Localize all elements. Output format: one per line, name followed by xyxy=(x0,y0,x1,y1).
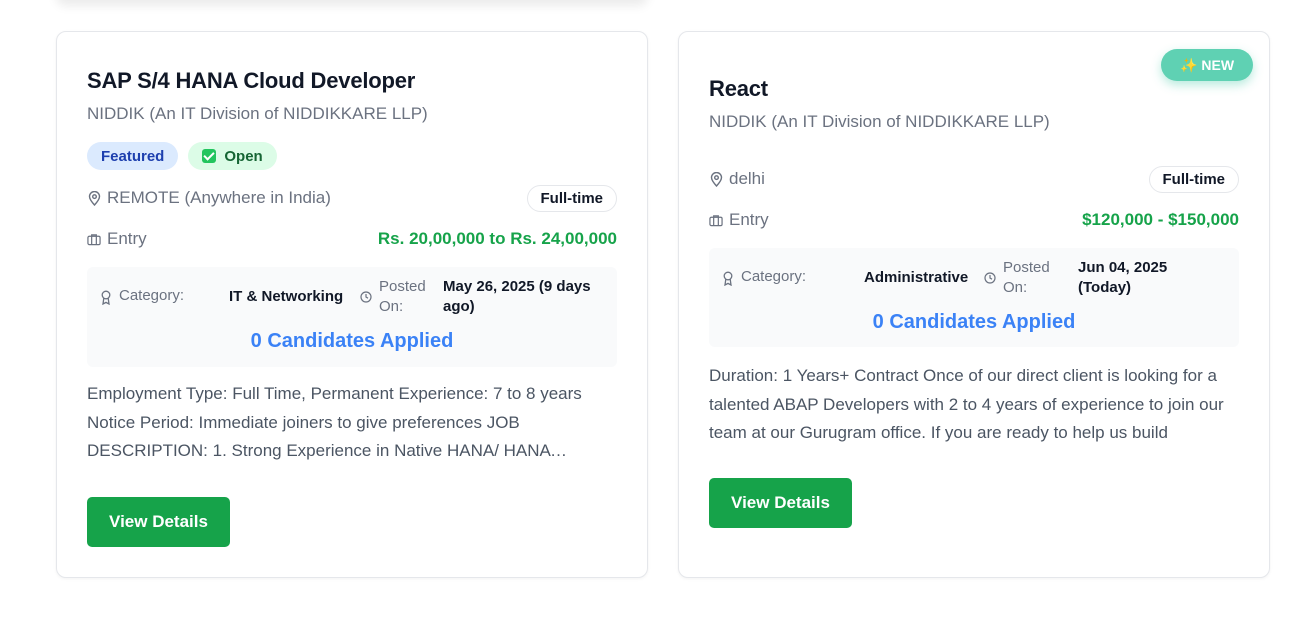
view-details-button[interactable]: View Details xyxy=(87,497,230,547)
job-info-box: Category: IT & Networking Posted On: May… xyxy=(87,267,617,367)
map-pin-icon xyxy=(709,171,723,187)
job-description: Duration: 1 Years+ Contract Once of our … xyxy=(709,366,1224,442)
job-location: REMOTE (Anywhere in India) xyxy=(107,188,331,207)
job-type-pill: Full-time xyxy=(1148,165,1239,193)
job-type-pill: Full-time xyxy=(526,184,617,212)
clock-icon xyxy=(359,290,373,304)
experience-level: Entry xyxy=(107,229,147,248)
category-value: IT & Networking xyxy=(229,288,344,305)
posted-date-line2: ago) xyxy=(443,298,475,315)
location-row: delhi Full-time xyxy=(709,165,1239,193)
level-salary-row: Entry Rs. 20,00,000 to Rs. 24,00,000 xyxy=(87,226,617,252)
level-salary-row: Entry $120,000 - $150,000 xyxy=(709,207,1239,233)
posted-label-line1: Posted xyxy=(379,278,426,295)
category-label: Category: xyxy=(119,287,185,304)
award-icon xyxy=(721,271,735,286)
job-listings-page: SAP S/4 HANA Cloud Developer NIDDIK (An … xyxy=(0,0,1296,626)
featured-badge: Featured xyxy=(87,142,179,170)
posted-label-line2: On: xyxy=(1003,279,1028,296)
award-icon xyxy=(99,290,113,305)
featured-badge-label: Featured xyxy=(101,147,165,165)
view-details-button[interactable]: View Details xyxy=(709,478,852,528)
category-value: Administrative xyxy=(864,269,969,286)
briefcase-icon xyxy=(87,232,101,246)
location-row: REMOTE (Anywhere in India) Full-time xyxy=(87,184,617,212)
job-title[interactable]: SAP S/4 HANA Cloud Developer xyxy=(87,68,617,94)
briefcase-icon xyxy=(709,213,723,227)
job-card: ✨ NEW React NIDDIK (An IT Division of NI… xyxy=(678,31,1270,578)
posted-label-line1: Posted xyxy=(1003,259,1050,276)
posted-date-line2: (Today) xyxy=(1078,279,1132,296)
salary-range: $120,000 - $150,000 xyxy=(1082,210,1239,229)
map-pin-icon xyxy=(87,190,101,206)
candidates-applied: 0 Candidates Applied xyxy=(250,330,454,352)
candidates-applied: 0 Candidates Applied xyxy=(872,311,1076,333)
new-badge-label: NEW xyxy=(1201,57,1235,73)
job-badges: Featured Open xyxy=(87,142,617,170)
open-status-badge: Open xyxy=(188,142,277,170)
company-name: NIDDIK (An IT Division of NIDDIKKARE LLP… xyxy=(87,104,428,123)
job-card: SAP S/4 HANA Cloud Developer NIDDIK (An … xyxy=(56,31,648,578)
job-location: delhi xyxy=(729,169,765,188)
clock-icon xyxy=(983,271,997,285)
job-title[interactable]: React xyxy=(709,76,1239,102)
job-info-box: Category: Administrative Posted On: Jun … xyxy=(709,248,1239,347)
posted-label-line2: On: xyxy=(379,298,404,315)
sparkles-icon: ✨ xyxy=(1179,56,1198,73)
check-square-icon xyxy=(202,149,217,163)
posted-date-line1: Jun 04, 2025 xyxy=(1078,259,1168,276)
open-badge-label: Open xyxy=(224,147,263,165)
posted-date-line1: May 26, 2025 (9 days xyxy=(443,278,591,295)
job-description: Employment Type: Full Time, Permanent Ex… xyxy=(87,384,582,460)
salary-range: Rs. 20,00,000 to Rs. 24,00,000 xyxy=(377,229,617,248)
category-label: Category: xyxy=(741,268,807,285)
experience-level: Entry xyxy=(729,210,769,229)
company-name: NIDDIK (An IT Division of NIDDIKKARE LLP… xyxy=(709,112,1050,131)
